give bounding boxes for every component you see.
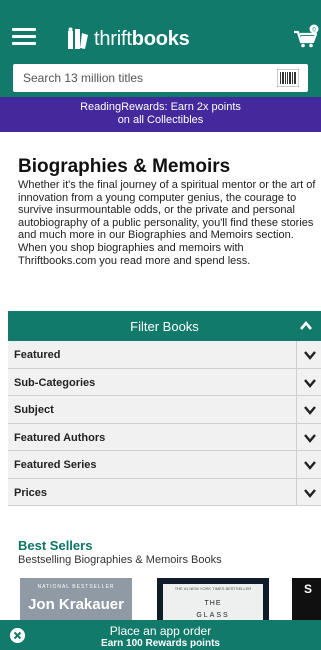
filter-item-label: Featured Authors [14, 431, 106, 444]
chevron-down-icon [304, 488, 316, 498]
book-cover-note: NATIONAL BESTSELLER [37, 584, 115, 590]
promo-line-2: on all Collectibles [117, 114, 204, 126]
filter-item-featured[interactable]: Featured [8, 341, 321, 369]
cart-icon[interactable]: 0 [293, 24, 319, 50]
book-cover-note: THE #1 NEW YORK TIMES BESTSELLER [174, 586, 252, 591]
book-cover-title: S [304, 582, 313, 596]
filter-item-label: Prices [14, 486, 48, 499]
logo-wordmark: thriftbooks [94, 27, 190, 50]
search-bar [13, 64, 308, 92]
chevron-down-icon [304, 378, 316, 388]
chevron-down-icon [304, 351, 316, 360]
filter-item-sub-categories[interactable]: Sub-Categories [8, 368, 321, 396]
chevron-down-icon [304, 433, 316, 443]
thriftbooks-logo[interactable]: thriftbooks [66, 26, 190, 52]
chevron-up-icon [300, 320, 312, 330]
hamburger-menu-icon[interactable] [12, 28, 36, 46]
rewards-promo-banner[interactable]: ReadingRewards: Earn 2x points on all Co… [0, 97, 321, 132]
book-cover-title: GLASS [196, 612, 230, 619]
filter-item-label: Featured [14, 349, 61, 361]
app-banner-subtitle: Earn 100 Rewards points [101, 638, 220, 649]
best-sellers-subtitle: Bestselling Biographies & Memoirs Books [18, 554, 222, 566]
filter-item-subject[interactable]: Subject [8, 396, 321, 424]
thriftbooks-logo-icon [68, 27, 88, 49]
filter-item-label: Subject [14, 404, 54, 416]
best-sellers-title[interactable]: Best Sellers [18, 538, 92, 553]
filter-item-prices[interactable]: Prices [8, 478, 321, 506]
filter-books-toggle[interactable]: Filter Books [8, 311, 321, 341]
page-title: Biographies & Memoirs [18, 156, 231, 177]
chevron-down-icon [304, 406, 316, 415]
chevron-down-icon [304, 461, 316, 470]
filter-item-featured-authors[interactable]: Featured Authors [8, 423, 321, 451]
filter-item-featured-series[interactable]: Featured Series [8, 451, 321, 479]
filter-item-label: Sub-Categories [14, 376, 96, 389]
category-description: Whether it's the final journey of a spir… [18, 179, 316, 267]
filter-item-label: Featured Series [14, 459, 97, 471]
barcode-scanner-icon[interactable] [277, 69, 299, 87]
search-input[interactable] [13, 64, 273, 92]
book-cover-author: Jon Krakauer [28, 596, 124, 613]
filter-list: Featured Sub-Categories Subject Featured… [8, 341, 321, 506]
app-order-banner[interactable]: Place an app order Earn 100 Rewards poin… [0, 620, 321, 650]
app-banner-title: Place an app order [109, 624, 212, 638]
book-cover-title: THE [204, 600, 222, 607]
site-header: thriftbooks 0 [0, 0, 321, 97]
promo-line-1: ReadingRewards: Earn 2x points [80, 101, 241, 113]
filter-books-title: Filter Books [130, 319, 199, 334]
